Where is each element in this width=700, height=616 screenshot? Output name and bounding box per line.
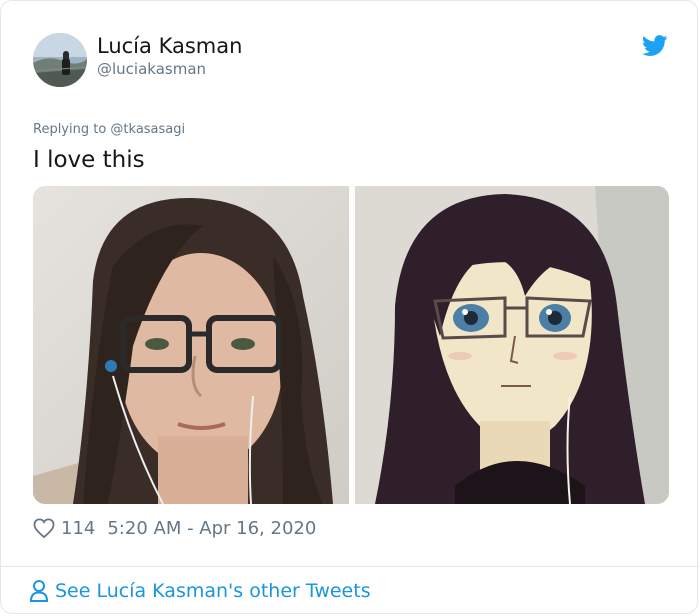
author-handle[interactable]: @luciakasman xyxy=(97,59,206,79)
author-name[interactable]: Lucía Kasman xyxy=(97,33,242,59)
person-icon xyxy=(29,580,49,602)
tweet-timestamp[interactable]: 5:20 AM - Apr 16, 2020 xyxy=(107,518,316,539)
see-other-tweets-link[interactable]: See Lucía Kasman's other Tweets xyxy=(29,579,371,603)
heart-icon[interactable] xyxy=(33,518,55,538)
avatar-image xyxy=(33,33,87,87)
photo-anime[interactable] xyxy=(355,186,669,504)
like-count[interactable]: 114 xyxy=(61,518,95,539)
tweet-card: Lucía Kasman @luciakasman Replying to @t… xyxy=(0,0,699,614)
photo-real[interactable] xyxy=(33,186,349,504)
tweet-meta: 114 5:20 AM - Apr 16, 2020 xyxy=(33,515,316,541)
see-other-tweets-label[interactable]: See Lucía Kasman's other Tweets xyxy=(55,580,371,602)
avatar[interactable] xyxy=(33,33,87,87)
tweet-media xyxy=(33,186,669,504)
replying-to[interactable]: Replying to @tkasasagi xyxy=(33,121,185,139)
twitter-bird-icon[interactable] xyxy=(641,34,668,58)
footer-divider xyxy=(1,566,699,567)
tweet-text: I love this xyxy=(33,147,145,173)
